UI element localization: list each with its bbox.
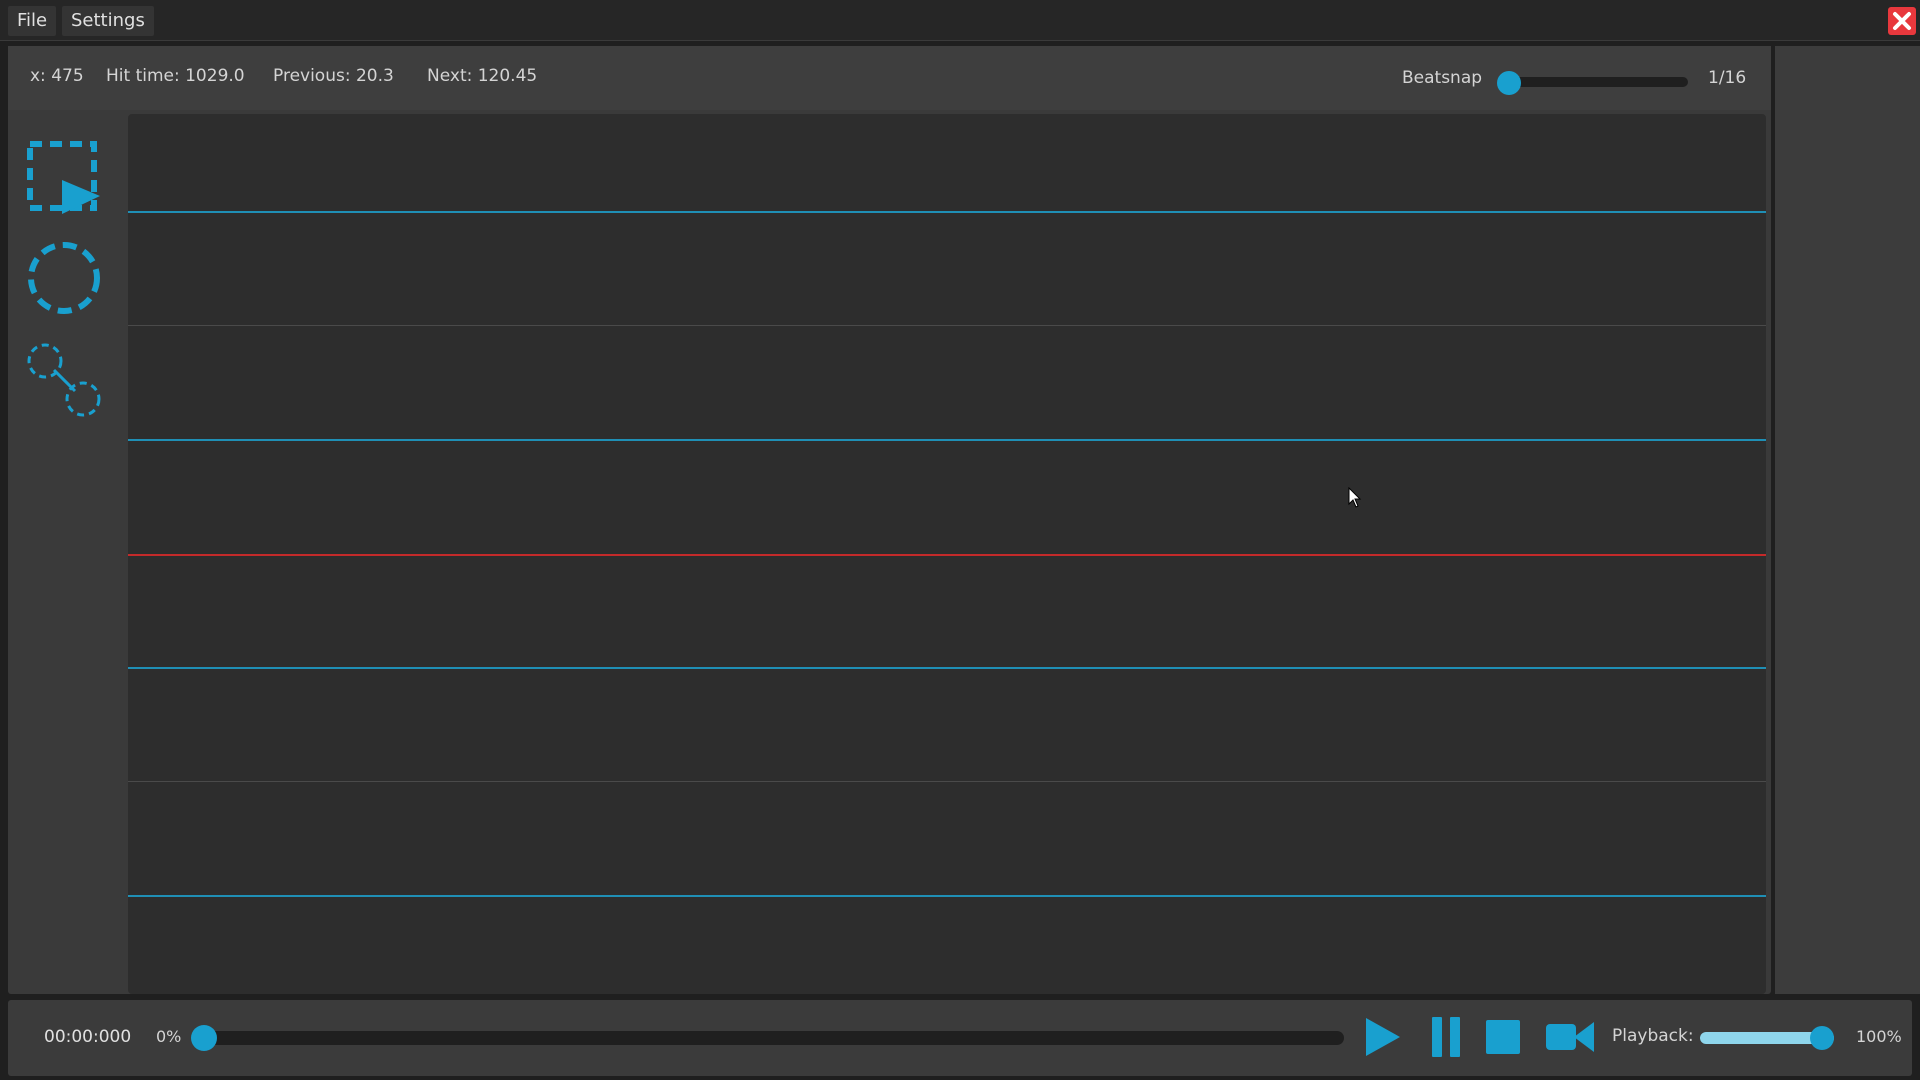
timing-line [128, 211, 1766, 213]
playback-speed-value: 100% [1856, 1027, 1902, 1046]
play-button[interactable] [1362, 1014, 1402, 1060]
side-panel [1775, 46, 1920, 994]
seek-bar-thumb[interactable] [191, 1025, 217, 1051]
select-tool-icon [27, 141, 100, 214]
close-button[interactable] [1888, 7, 1916, 35]
close-icon [1893, 12, 1911, 30]
slider-tool-icon [27, 343, 101, 417]
stop-icon [1486, 1020, 1520, 1054]
tool-palette [10, 114, 120, 990]
menu-bar: File Settings [0, 0, 1920, 41]
hit-time-readout: Hit time: 1029.0 [106, 66, 245, 86]
beatsnap-value: 1/16 [1708, 68, 1747, 88]
hit-circle-tool-icon [28, 242, 100, 314]
record-button[interactable] [1544, 1014, 1598, 1060]
select-tool-button[interactable] [24, 138, 104, 218]
timeline-canvas[interactable] [128, 114, 1766, 994]
progress-percent: 0% [156, 1027, 182, 1046]
cursor-x-readout: x: 475 [30, 66, 84, 86]
beatsnap-slider-thumb[interactable] [1497, 71, 1521, 95]
play-icon [1366, 1018, 1400, 1056]
pause-icon [1432, 1017, 1460, 1057]
beat-line [128, 781, 1766, 782]
menu-settings[interactable]: Settings [62, 6, 154, 36]
hit-circle-tool-button[interactable] [24, 238, 104, 318]
beat-line [128, 325, 1766, 326]
timing-line [128, 667, 1766, 669]
stop-button[interactable] [1482, 1014, 1522, 1060]
mouse-pointer-icon [1348, 487, 1362, 508]
beatsnap-slider[interactable] [1497, 71, 1688, 95]
pause-button[interactable] [1426, 1014, 1466, 1060]
seek-bar[interactable] [191, 1025, 1344, 1051]
menu-file[interactable]: File [8, 6, 57, 36]
playback-label: Playback: [1612, 1026, 1694, 1046]
current-time-line [128, 554, 1766, 556]
current-time: 00:00:000 [44, 1027, 132, 1047]
playback-speed-thumb[interactable] [1810, 1026, 1834, 1050]
timing-line [128, 895, 1766, 897]
playback-speed-slider[interactable] [1700, 1026, 1834, 1050]
video-camera-icon [1546, 1022, 1594, 1052]
previous-readout: Previous: 20.3 [273, 66, 394, 86]
timing-line [128, 439, 1766, 441]
slider-tool-button[interactable] [24, 340, 104, 420]
beatsnap-label: Beatsnap [1402, 68, 1483, 88]
next-readout: Next: 120.45 [427, 66, 538, 86]
transport-bar: 00:00:000 0% Playback: 100% [8, 1000, 1912, 1076]
info-bar: x: 475 Hit time: 1029.0 Previous: 20.3 N… [8, 46, 1771, 110]
